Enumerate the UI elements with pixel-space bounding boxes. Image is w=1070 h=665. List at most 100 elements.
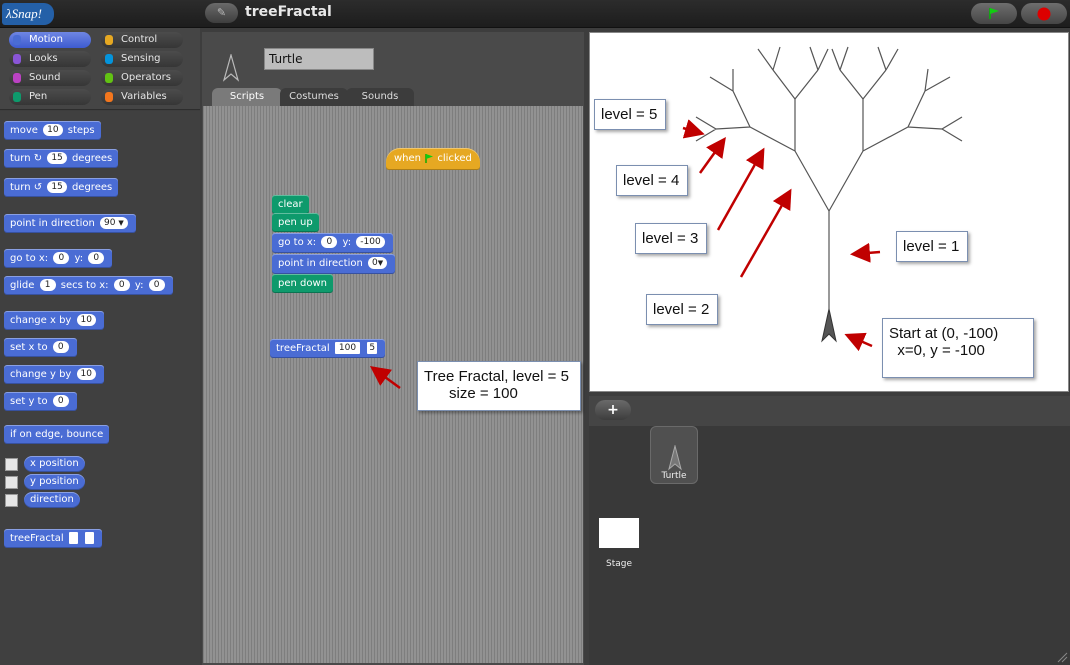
block-text: change x by — [10, 315, 72, 326]
move-block[interactable]: move 10 steps — [4, 121, 101, 140]
y-slot[interactable]: -100 — [356, 236, 385, 248]
size-slot[interactable]: 100 — [334, 342, 361, 354]
block-text: point in direction — [10, 218, 95, 229]
value-slot[interactable]: 10 — [76, 314, 96, 326]
block-text: turn — [10, 153, 31, 164]
tab-scripts[interactable]: Scripts — [212, 88, 282, 106]
direction-dropdown[interactable]: 0▼ — [368, 257, 388, 269]
block-text: go to x: — [10, 253, 49, 264]
category-pen[interactable]: Pen — [9, 89, 91, 105]
y-position-reporter[interactable]: y position — [24, 474, 85, 490]
pen-down-block[interactable]: pen down — [272, 274, 333, 293]
change-x-block[interactable]: change x by 10 — [4, 311, 104, 330]
point-in-direction-block[interactable]: point in direction 90 ▼ — [4, 214, 136, 233]
block-text: if on edge, bounce — [10, 429, 104, 440]
go-to-script-block[interactable]: go to x: 0 y: -100 — [272, 233, 393, 253]
block-text: treeFractal — [276, 343, 330, 354]
x-slot[interactable]: 0 — [321, 236, 338, 248]
y-slot[interactable]: 0 — [88, 252, 105, 264]
block-text: secs to x: — [60, 280, 109, 291]
sensing-swatch — [105, 54, 113, 64]
category-label: Sensing — [121, 53, 161, 64]
x-slot[interactable]: 0 — [53, 252, 70, 264]
value-slot[interactable]: 0 — [52, 395, 69, 407]
y-position-checkbox[interactable] — [5, 476, 18, 489]
green-flag-button[interactable] — [971, 3, 1017, 24]
category-sensing[interactable]: Sensing — [101, 51, 183, 67]
degrees-slot[interactable]: 15 — [47, 152, 67, 164]
steps-slot[interactable]: 10 — [43, 124, 63, 136]
level-slot[interactable]: 5 — [367, 342, 378, 354]
point-in-direction-script-block[interactable]: point in direction 0▼ — [272, 254, 396, 274]
category-control[interactable]: Control — [101, 32, 183, 48]
block-text: turn — [10, 182, 31, 193]
glide-block[interactable]: glide 1 secs to x: 0 y: 0 — [4, 276, 173, 295]
edit-project-button[interactable]: ✎ — [205, 3, 238, 23]
block-text: y: — [74, 253, 84, 264]
callout-text: Tree Fractal, level = 5 — [424, 368, 569, 385]
block-text: change y by — [10, 369, 72, 380]
pen-up-block[interactable]: pen up — [272, 213, 319, 232]
callout-text: x=0, y = -100 — [889, 342, 985, 359]
stop-button[interactable] — [1021, 3, 1067, 24]
clear-block[interactable]: clear — [272, 195, 309, 214]
change-y-block[interactable]: change y by 10 — [4, 365, 104, 384]
block-text: when — [394, 153, 422, 164]
block-text: glide — [10, 280, 35, 291]
callout-text: size = 100 — [424, 385, 518, 402]
turn-right-block[interactable]: turn ↻ 15 degrees — [4, 149, 119, 168]
direction-checkbox[interactable] — [5, 494, 18, 507]
when-flag-clicked-hat-block[interactable]: when clicked — [386, 148, 480, 170]
sprite-name-field[interactable]: Turtle — [264, 48, 374, 70]
dropdown-arrow-icon: ▼ — [377, 259, 384, 267]
resize-grip-icon[interactable] — [1056, 651, 1068, 663]
degrees-slot[interactable]: 15 — [47, 181, 67, 193]
sprite-label: Turtle — [661, 471, 687, 481]
value-slot[interactable]: 0 — [52, 341, 69, 353]
stage-thumbnail[interactable] — [599, 518, 639, 548]
secs-slot[interactable]: 1 — [39, 279, 56, 291]
block-text: y: — [134, 280, 144, 291]
block-text: set y to — [10, 396, 48, 407]
treefractal-palette-block[interactable]: treeFractal — [4, 529, 103, 548]
category-label: Control — [121, 34, 158, 45]
turn-counterclockwise-icon: ↺ — [33, 182, 43, 193]
turtle-costume-icon — [222, 54, 240, 82]
direction-reporter[interactable]: direction — [24, 492, 80, 508]
tab-costumes[interactable]: Costumes — [280, 88, 348, 106]
y-slot[interactable]: 0 — [148, 279, 165, 291]
value-slot[interactable]: 10 — [76, 368, 96, 380]
add-sprite-button[interactable]: + — [595, 400, 631, 420]
green-flag-icon — [989, 8, 999, 19]
turtle-sprite-card[interactable]: Turtle — [650, 426, 698, 484]
callout-text: Start at (0, -100) — [889, 325, 999, 342]
callout-level-1: level = 1 — [896, 231, 968, 262]
category-sound[interactable]: Sound — [9, 70, 91, 86]
category-looks[interactable]: Looks — [9, 51, 91, 67]
slot-value: 90 — [104, 218, 116, 228]
set-x-block[interactable]: set x to 0 — [4, 338, 77, 357]
stop-icon — [1037, 7, 1051, 21]
direction-dropdown[interactable]: 90 ▼ — [100, 217, 128, 229]
set-y-block[interactable]: set y to 0 — [4, 392, 77, 411]
category-label: Motion — [29, 34, 63, 45]
size-slot[interactable] — [68, 532, 78, 544]
snap-logo[interactable]: λSnap! — [2, 3, 54, 25]
turtle-icon — [668, 445, 682, 471]
category-label: Variables — [121, 91, 167, 102]
bounce-block[interactable]: if on edge, bounce — [4, 425, 110, 444]
level-slot[interactable] — [85, 532, 95, 544]
x-slot[interactable]: 0 — [113, 279, 130, 291]
control-swatch — [105, 35, 113, 45]
tab-sounds[interactable]: Sounds — [346, 88, 414, 106]
category-variables[interactable]: Variables — [101, 89, 183, 105]
x-position-checkbox[interactable] — [5, 458, 18, 471]
go-to-block[interactable]: go to x: 0 y: 0 — [4, 249, 113, 268]
x-position-reporter[interactable]: x position — [24, 456, 85, 472]
category-operators[interactable]: Operators — [101, 70, 183, 86]
treefractal-script-block[interactable]: treeFractal 100 5 — [270, 339, 386, 358]
category-motion[interactable]: Motion — [9, 32, 91, 48]
block-text: treeFractal — [10, 533, 64, 544]
operators-swatch — [105, 73, 113, 83]
turn-left-block[interactable]: turn ↺ 15 degrees — [4, 178, 119, 197]
